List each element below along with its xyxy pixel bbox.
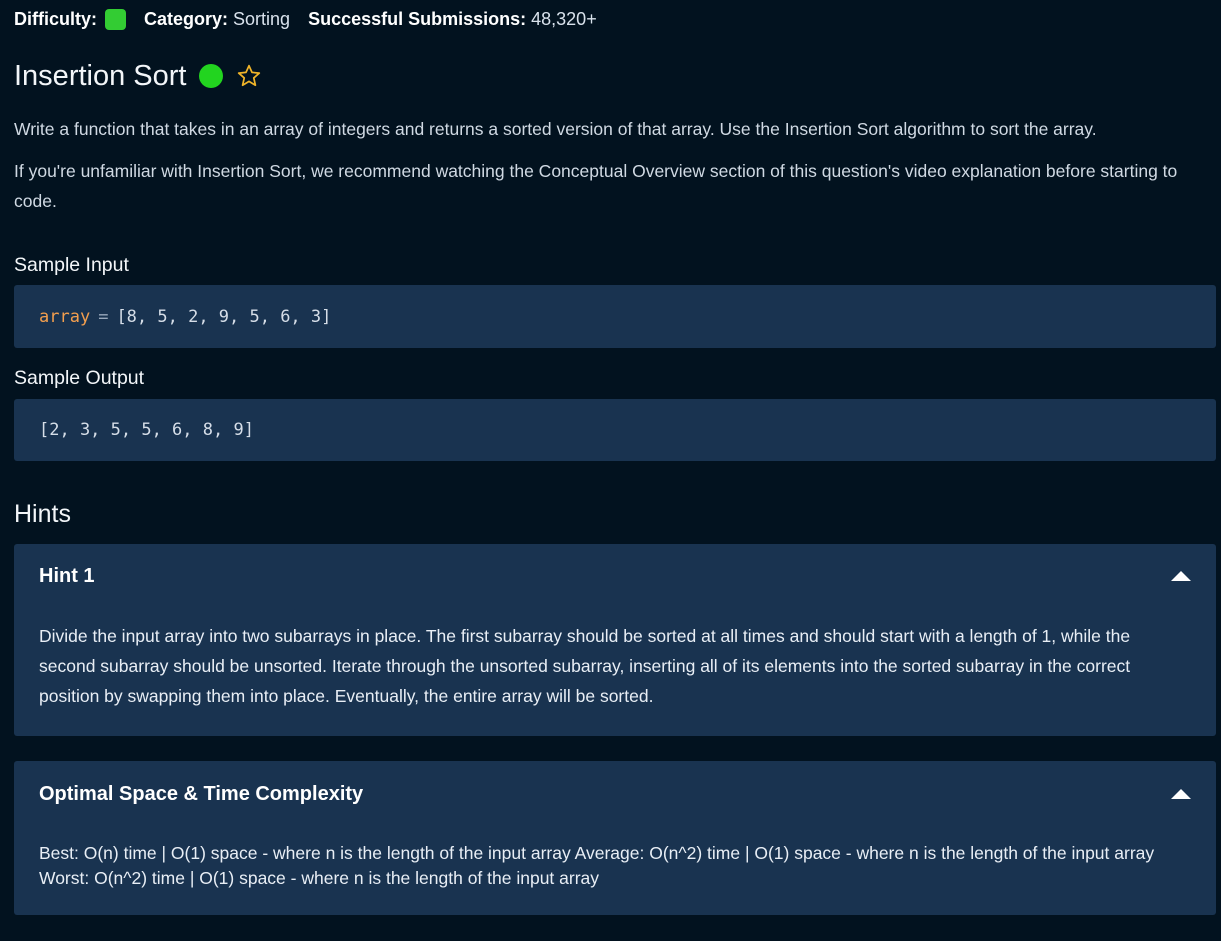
sample-input-value: [8, 5, 2, 9, 5, 6, 3] — [116, 306, 332, 327]
submissions-value: 48,320+ — [531, 8, 597, 29]
question-meta-bar: Difficulty: Category: Sorting Successful… — [14, 6, 597, 32]
title-row: Insertion Sort — [14, 56, 262, 96]
sample-output-value: [2, 3, 5, 5, 6, 8, 9] — [39, 420, 254, 440]
hint-2-header[interactable]: Optimal Space & Time Complexity — [39, 780, 1191, 808]
description-paragraph-2: If you're unfamiliar with Insertion Sort… — [14, 161, 1178, 211]
sample-input-variable: array — [39, 306, 91, 327]
difficulty-label: Difficulty: — [14, 8, 97, 29]
chevron-up-icon[interactable] — [1171, 789, 1191, 799]
description-paragraph-1: Write a function that takes in an array … — [14, 119, 1097, 139]
category-label: Category: — [144, 8, 229, 29]
sample-input-operator: = — [98, 306, 109, 327]
sample-input-code-block: array = [8, 5, 2, 9, 5, 6, 3] — [14, 285, 1216, 348]
hint-1-header[interactable]: Hint 1 — [39, 562, 1191, 590]
hint-card-1: Hint 1 Divide the input array into two s… — [14, 544, 1216, 736]
page-title: Insertion Sort — [14, 59, 187, 92]
hint-2-title: Optimal Space & Time Complexity — [39, 782, 364, 805]
sample-output-label: Sample Output — [14, 367, 145, 389]
category-value: Sorting — [233, 8, 291, 29]
chevron-up-icon[interactable] — [1171, 571, 1191, 581]
sample-input-label: Sample Input — [14, 254, 129, 276]
submissions-label: Successful Submissions: — [308, 8, 527, 29]
hint-2-body: Best: O(n) time | O(1) space - where n i… — [39, 843, 1155, 888]
hint-card-2: Optimal Space & Time Complexity Best: O(… — [14, 761, 1216, 915]
completion-status-icon — [199, 64, 224, 88]
hint-1-title: Hint 1 — [39, 564, 95, 587]
star-outline-icon[interactable] — [236, 63, 262, 89]
difficulty-indicator — [105, 8, 126, 30]
hints-heading: Hints — [14, 500, 71, 528]
sample-output-code-block: [2, 3, 5, 5, 6, 8, 9] — [14, 399, 1216, 461]
hint-1-body: Divide the input array into two subarray… — [39, 626, 1131, 706]
